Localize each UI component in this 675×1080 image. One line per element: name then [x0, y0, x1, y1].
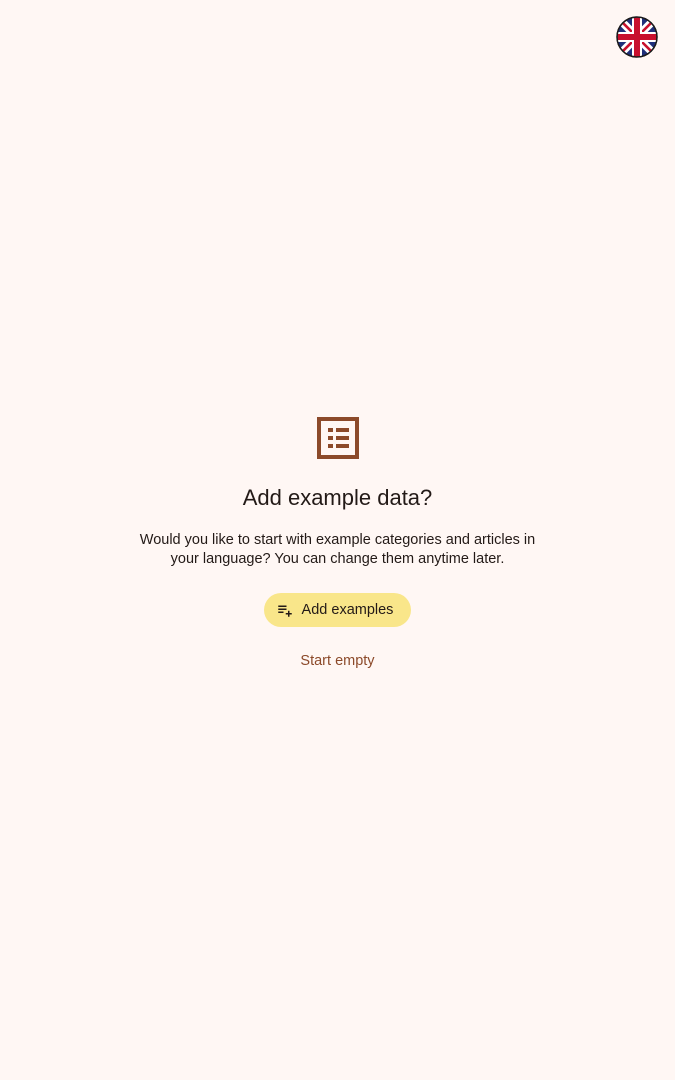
add-examples-label: Add examples — [301, 602, 394, 618]
start-empty-button[interactable]: Start empty — [290, 649, 384, 673]
page-title: Add example data? — [242, 485, 433, 510]
list-icon — [316, 417, 359, 459]
add-examples-button[interactable]: Add examples — [263, 593, 412, 627]
onboarding-panel: Add example data? Would you like to star… — [0, 416, 675, 673]
language-selector-button[interactable] — [616, 16, 658, 58]
description-text: Would you like to start with example cat… — [139, 532, 536, 567]
uk-flag-icon — [616, 16, 658, 58]
playlist-add-icon — [277, 605, 292, 617]
